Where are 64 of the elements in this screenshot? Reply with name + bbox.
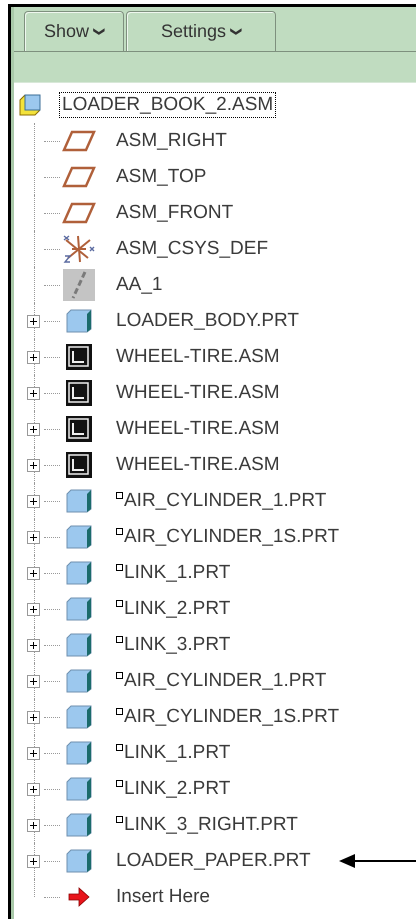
subassembly-icon (66, 344, 92, 370)
insert-arrow-icon (68, 886, 90, 908)
assembly-icon (19, 94, 41, 116)
tree-item[interactable]: LINK_2.PRT (114, 777, 232, 801)
part-icon (66, 849, 92, 873)
tree-item[interactable]: LOADER_BOOK_2.ASM (59, 92, 276, 118)
expand-toggle[interactable] (26, 854, 40, 868)
expand-toggle[interactable] (26, 602, 40, 616)
datum-plane-icon (62, 166, 96, 188)
tree-item[interactable]: AIR_CYLINDER_1S.PRT (114, 705, 342, 729)
tree-item[interactable]: ASM_RIGHT (114, 129, 229, 153)
tree-item[interactable]: AA_1 (114, 273, 164, 297)
tree-item[interactable]: LOADER_BODY.PRT (114, 309, 302, 333)
part-icon (66, 813, 92, 837)
tree-item[interactable]: ASM_TOP (114, 165, 208, 189)
tree-item[interactable]: AIR_CYLINDER_1.PRT (114, 489, 328, 513)
part-icon (66, 777, 92, 801)
datum-axis-icon (63, 269, 95, 301)
tree-item[interactable]: AIR_CYLINDER_1.PRT (114, 669, 328, 693)
tree-item[interactable]: WHEEL-TIRE.ASM (114, 417, 282, 441)
tree-item[interactable]: LINK_3_RIGHT.PRT (114, 813, 300, 837)
expand-toggle[interactable] (26, 710, 40, 724)
expand-toggle[interactable] (26, 314, 40, 328)
part-icon (66, 669, 92, 693)
expand-toggle[interactable] (26, 638, 40, 652)
tree-item[interactable]: AIR_CYLINDER_1S.PRT (114, 525, 342, 549)
subassembly-icon (66, 416, 92, 442)
tree-item[interactable]: WHEEL-TIRE.ASM (114, 453, 282, 477)
tree-item[interactable]: WHEEL-TIRE.ASM (114, 381, 282, 405)
tree-item[interactable]: LOADER_PAPER.PRT (114, 849, 313, 873)
part-icon (66, 309, 92, 333)
part-icon (66, 633, 92, 657)
tree-item[interactable]: Insert Here (114, 885, 212, 909)
coordinate-system-icon (62, 234, 96, 264)
tree-item[interactable]: WHEEL-TIRE.ASM (114, 345, 282, 369)
part-icon (66, 741, 92, 765)
expand-toggle[interactable] (26, 458, 40, 472)
tree-item[interactable]: ASM_CSYS_DEF (114, 237, 270, 261)
subassembly-icon (66, 380, 92, 406)
menu-button[interactable]: Show ❯ (24, 11, 124, 51)
tree-item[interactable]: LINK_2.PRT (114, 597, 232, 621)
menu-button[interactable]: Settings ❯ (126, 11, 276, 51)
expand-toggle[interactable] (26, 386, 40, 400)
datum-plane-icon (62, 202, 96, 224)
part-icon (66, 561, 92, 585)
part-icon (66, 489, 92, 513)
datum-plane-icon (62, 130, 96, 152)
part-icon (66, 525, 92, 549)
expand-toggle[interactable] (26, 818, 40, 832)
tree-item[interactable]: LINK_1.PRT (114, 741, 232, 765)
expand-toggle[interactable] (26, 566, 40, 580)
expand-toggle[interactable] (26, 422, 40, 436)
part-icon (66, 705, 92, 729)
tree-item[interactable]: LINK_1.PRT (114, 561, 232, 585)
expand-toggle[interactable] (26, 782, 40, 796)
expand-toggle[interactable] (26, 350, 40, 364)
expand-toggle[interactable] (26, 494, 40, 508)
expand-toggle[interactable] (26, 674, 40, 688)
tree-item[interactable]: ASM_FRONT (114, 201, 236, 225)
subassembly-icon (66, 452, 92, 478)
part-icon (66, 597, 92, 621)
expand-toggle[interactable] (26, 530, 40, 544)
tree-item[interactable]: LINK_3.PRT (114, 633, 232, 657)
expand-toggle[interactable] (26, 746, 40, 760)
